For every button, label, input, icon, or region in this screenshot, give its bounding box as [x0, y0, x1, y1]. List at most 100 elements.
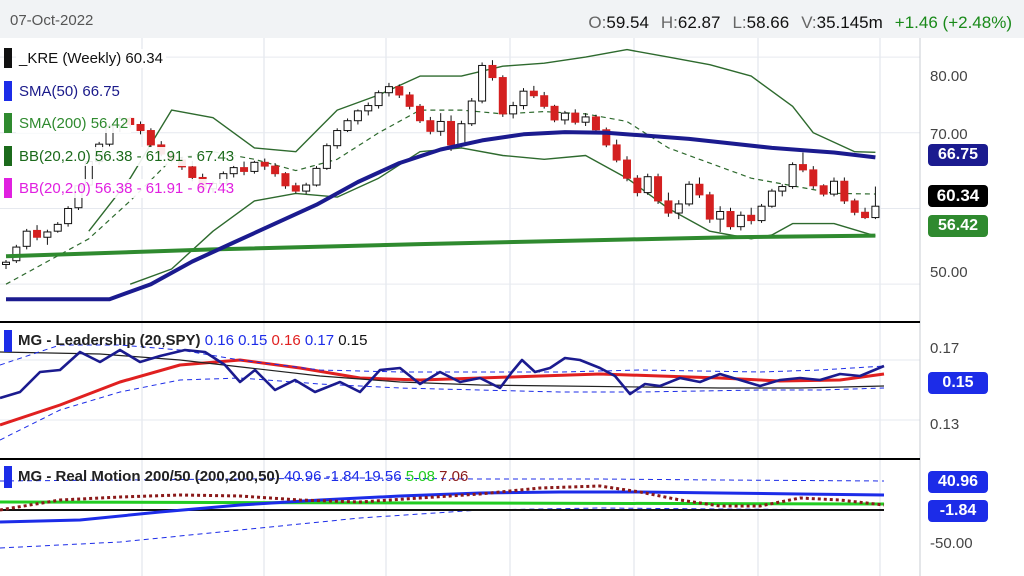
leadership-value-3: 0.16	[271, 331, 301, 349]
low-value: 58.66	[746, 13, 790, 32]
realmotion-legend: MG - Real Motion 200/50 (200,200,50) 40.…	[4, 466, 468, 488]
legend-sma200: SMA(200) 56.42	[4, 113, 132, 133]
candle-body	[850, 200, 859, 213]
candle-body	[591, 116, 600, 131]
candle-body	[736, 214, 745, 228]
candle-body	[416, 105, 424, 122]
candle-body	[498, 77, 507, 115]
candle-body	[560, 112, 569, 121]
candle-body	[343, 120, 352, 132]
candle-body	[871, 205, 880, 219]
axis-label-neg50: -50.00	[930, 535, 973, 552]
candle-body	[384, 86, 393, 94]
ohlc-readout: O:59.54 H:62.87 L:58.66 V:35.145m +1.46 (+2.…	[588, 13, 1012, 32]
axis-area	[920, 38, 1024, 576]
candle-body	[540, 95, 549, 107]
candle-body	[33, 229, 42, 238]
candle-body	[271, 165, 280, 175]
candle-body	[509, 105, 518, 115]
change-value: +1.46 (+2.48%)	[894, 13, 1012, 32]
candle-body	[43, 231, 52, 238]
candle-body	[250, 161, 259, 172]
candle-body	[819, 185, 828, 195]
high-value: 62.87	[677, 13, 721, 32]
open-value: 59.54	[606, 13, 649, 32]
candle-body	[240, 167, 249, 172]
candle-body	[229, 167, 238, 175]
candle-body	[705, 194, 714, 220]
rm-green-line	[0, 500, 885, 506]
candle-body	[633, 177, 642, 194]
candle-body	[757, 205, 766, 222]
candle-body	[353, 110, 362, 122]
legend-bb-green: BB(20,2.0) 56.38 - 61.91 - 67.43	[4, 146, 238, 166]
candle-body	[654, 176, 663, 202]
candle-body	[436, 120, 445, 132]
legend-price: _KRE (Weekly) 60.34	[4, 48, 166, 68]
legend-bb-magenta-text: BB(20,2.0) 56.38 - 61.91 - 67.43	[16, 178, 238, 198]
candle-body	[395, 86, 404, 96]
legend-bb-green-text: BB(20,2.0) 56.38 - 61.91 - 67.43	[16, 146, 238, 166]
candle-body	[53, 223, 62, 232]
axis-label-80: 80.00	[930, 68, 968, 85]
candle-body	[716, 211, 725, 220]
candle-body	[374, 92, 383, 107]
legend-sma200-text: SMA(200) 56.42	[16, 113, 132, 133]
candle-body	[302, 184, 311, 192]
candle-body	[519, 90, 528, 107]
candle-body	[685, 183, 694, 205]
leadership-title: MG - Leadership (20,SPY)	[18, 331, 201, 349]
tag-sma50: 66.75	[928, 144, 988, 166]
candle-body	[861, 211, 870, 219]
candle-body	[767, 190, 776, 207]
candle-body	[322, 145, 331, 169]
candle-body	[788, 164, 797, 188]
leadership-value-1: 0.16	[204, 331, 234, 349]
candle-body	[612, 144, 621, 161]
realmotion-value-1: 40.96	[283, 467, 322, 485]
volume-value: 35.145m	[816, 13, 883, 32]
candle-body	[405, 94, 414, 107]
tag-sma200: 56.42	[928, 215, 988, 237]
axis-label-50: 50.00	[930, 264, 968, 281]
realmotion-value-3: 19.56	[364, 467, 402, 485]
candle-body	[571, 112, 580, 123]
candle-body	[291, 185, 300, 192]
candle-body	[809, 169, 818, 187]
candle-body	[778, 186, 787, 192]
leadership-value-4: 0.17	[304, 331, 335, 349]
candle-body	[664, 200, 673, 214]
candle-body	[2, 261, 10, 265]
leadership-value-2: 0.15	[238, 331, 268, 349]
tag-leadership: 0.15	[928, 372, 988, 394]
candle-body	[695, 183, 704, 196]
candle-body	[747, 214, 756, 222]
candle-body	[281, 173, 290, 187]
stock-chart	[0, 38, 1024, 576]
candle-body	[674, 203, 683, 214]
realmotion-value-2: -1.84	[325, 467, 360, 485]
candle-body	[467, 100, 476, 125]
candle-body	[623, 159, 631, 179]
legend-price-text: _KRE (Weekly) 60.34	[16, 48, 166, 68]
candle-body	[581, 116, 590, 123]
candle-body	[840, 180, 849, 202]
candle-body	[830, 180, 838, 195]
candle-body	[726, 211, 735, 228]
chart-date: 07-Oct-2022	[10, 12, 94, 29]
legend-sma50-text: SMA(50) 66.75	[16, 81, 123, 101]
candle-body	[550, 105, 559, 121]
candle-body	[22, 230, 31, 247]
candle-body	[146, 130, 155, 146]
candle-body	[64, 207, 73, 225]
candle-body	[529, 90, 538, 97]
axis-label-013: 0.13	[930, 416, 960, 433]
candle-body	[188, 166, 197, 178]
candle-body	[643, 176, 652, 194]
realmotion-title: MG - Real Motion 200/50 (200,200,50)	[18, 467, 280, 485]
axis-label-70: 70.00	[930, 126, 968, 143]
candle-body	[798, 164, 807, 171]
candle-body	[457, 123, 466, 146]
candle-body	[333, 130, 342, 147]
tag-last-price: 60.34	[928, 185, 988, 207]
